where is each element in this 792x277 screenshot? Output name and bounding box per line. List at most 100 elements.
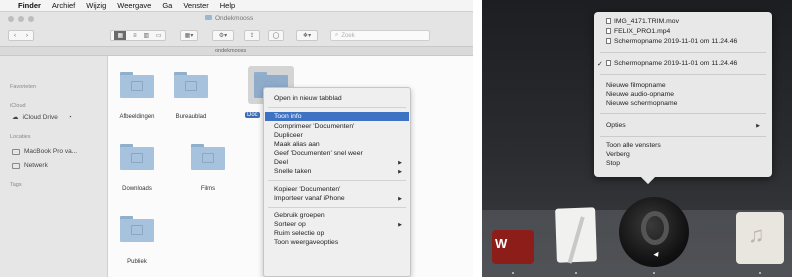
group-button[interactable]: ▦▾ <box>180 30 198 41</box>
menu-separator <box>268 107 406 108</box>
open-window-item[interactable]: ✓ Schermopname 2019-11-01 om 11.24.46 <box>597 60 738 68</box>
open-window-label: Schermopname 2019-11-01 om 11.24.46 <box>614 60 738 67</box>
selected-folder-label[interactable]: Doc <box>245 112 260 118</box>
menu-item-share[interactable]: Deel <box>274 159 288 166</box>
menu-item-new-screen[interactable]: Nieuwe schermopname <box>606 100 677 107</box>
menu-item-copy[interactable]: Kopieer 'Documenten' <box>274 186 340 193</box>
textedit-app-icon[interactable] <box>555 207 597 264</box>
tag-button[interactable]: ◯ <box>268 30 284 41</box>
folder-icon[interactable] <box>120 144 154 170</box>
sidebar-item-network[interactable]: Netwerk <box>12 162 48 169</box>
context-menu: Open in nieuw tabblad Toon info Comprime… <box>263 87 411 277</box>
search-field[interactable]: ⌕ Zoek <box>330 30 430 41</box>
window-controls <box>8 16 34 22</box>
menu-wijzig[interactable]: Wijzig <box>86 1 106 10</box>
q-logo-icon <box>641 211 669 245</box>
recent-file-3[interactable]: Schermopname 2019-11-01 om 11.24.46 <box>606 38 737 45</box>
close-button[interactable] <box>8 16 14 22</box>
menu-item-quit[interactable]: Stop <box>606 160 620 167</box>
menu-separator <box>600 113 766 114</box>
submenu-arrow-icon: ▶ <box>756 123 760 129</box>
action-button[interactable]: ⚙▾ <box>212 30 234 41</box>
menu-item-get-info[interactable]: Toon info <box>265 112 409 121</box>
menu-separator <box>600 136 766 137</box>
menu-separator <box>268 207 406 208</box>
submenu-arrow-icon: ▶ <box>398 222 402 228</box>
menu-item-view-options[interactable]: Toon weergaveopties <box>274 239 338 246</box>
running-indicator <box>759 272 761 274</box>
menu-item-use-groups[interactable]: Gebruik groepen <box>274 212 325 219</box>
checkmark-icon: ✓ <box>597 61 603 68</box>
zoom-button[interactable] <box>28 16 34 22</box>
menu-item-new-movie[interactable]: Nieuwe filmopname <box>606 82 666 89</box>
tag-icon: ◯ <box>272 33 280 39</box>
window-title: Ondekmooss <box>205 15 253 22</box>
folder-label: Films <box>200 186 216 192</box>
sidebar-item-macbook[interactable]: MacBook Pro va... <box>12 148 77 155</box>
list-view-icon[interactable]: ≡ <box>133 33 137 39</box>
music-app-icon[interactable]: ♫ <box>736 212 784 264</box>
share-icon: ⇪ <box>249 33 255 39</box>
menu-item-duplicate[interactable]: Dupliceer <box>274 132 303 139</box>
submenu-arrow-icon: ▶ <box>398 160 402 166</box>
sidebar-header-locations: Locaties <box>10 134 31 140</box>
menu-item-quick-look[interactable]: Geef 'Documenten' snel weer <box>274 150 363 157</box>
title-bar: Ondekmooss <box>0 12 473 26</box>
menu-item-sort-by[interactable]: Sorteer op <box>274 221 306 228</box>
view-mode-control[interactable]: ▦ ≡ ▥ ▭ <box>110 30 166 41</box>
menu-bar: Finder Archief Wijzig Weergave Ga Venste… <box>0 0 473 12</box>
column-view-icon[interactable]: ▥ <box>143 32 149 39</box>
menu-weergave[interactable]: Weergave <box>117 1 151 10</box>
search-icon: ⌕ <box>335 32 339 38</box>
path-bar: ondekmooss <box>0 46 473 56</box>
quicktime-dock-menu: IMG_4171.TRIM.mov FELIX_PRO1.mp4 Schermo… <box>594 12 772 177</box>
gear-icon: ⚙▾ <box>218 33 228 39</box>
minimize-button[interactable] <box>18 16 24 22</box>
folder-icon[interactable] <box>174 72 208 98</box>
menu-ga[interactable]: Ga <box>162 1 172 10</box>
document-icon <box>606 38 611 44</box>
icon-view-icon[interactable]: ▦ <box>114 31 127 40</box>
menu-venster[interactable]: Venster <box>183 1 208 10</box>
pencil-icon <box>567 216 585 264</box>
menu-item-import-iphone[interactable]: Importeer vanaf iPhone <box>274 195 345 202</box>
sidebar: Favorieten iCloud ☁ iCloud Drive ◔ Locat… <box>0 56 108 277</box>
menu-help[interactable]: Help <box>220 1 235 10</box>
window-title-text: Ondekmooss <box>215 15 254 22</box>
recent-file-label: FELIX_PRO1.mp4 <box>614 28 671 35</box>
word-app-icon[interactable]: W <box>492 230 534 264</box>
sidebar-item-label: MacBook Pro va... <box>24 148 78 155</box>
folder-icon <box>205 15 212 20</box>
share-button[interactable]: ⇪ <box>244 30 260 41</box>
menu-item-clean-up[interactable]: Ruim selectie op <box>274 230 324 237</box>
folder-icon[interactable] <box>191 144 225 170</box>
menu-item-options[interactable]: Opties <box>606 122 626 129</box>
forward-icon[interactable]: › <box>26 33 28 39</box>
menu-item-open-new-tab[interactable]: Open in nieuw tabblad <box>274 95 342 102</box>
menu-item-make-alias[interactable]: Maak alias aan <box>274 141 320 148</box>
recent-file-1[interactable]: IMG_4171.TRIM.mov <box>606 18 679 25</box>
sidebar-header-icloud: iCloud <box>10 103 26 109</box>
back-icon[interactable]: ‹ <box>14 33 16 39</box>
submenu-arrow-icon: ▶ <box>398 196 402 202</box>
menu-item-new-audio[interactable]: Nieuwe audio-opname <box>606 91 674 98</box>
recent-file-label: Schermopname 2019-11-01 om 11.24.46 <box>614 38 738 45</box>
sidebar-item-label: iCloud Drive <box>22 113 58 121</box>
menu-item-compress[interactable]: Comprimeer 'Documenten' <box>274 123 354 130</box>
folder-icon[interactable] <box>120 72 154 98</box>
dropbox-button[interactable]: ❖▾ <box>296 30 318 41</box>
menu-archief[interactable]: Archief <box>52 1 75 10</box>
document-icon <box>606 28 611 34</box>
menu-item-show-all[interactable]: Toon alle vensters <box>606 142 661 149</box>
recent-file-2[interactable]: FELIX_PRO1.mp4 <box>606 28 670 35</box>
path-label: ondekmooss <box>215 48 247 54</box>
back-forward-buttons[interactable]: ‹ › <box>8 30 34 41</box>
grid-icon: ▦▾ <box>184 33 194 39</box>
folder-icon[interactable] <box>120 216 154 242</box>
menu-item-quick-actions[interactable]: Snelle taken <box>274 168 311 175</box>
folder-label: Bureaublad <box>175 114 207 120</box>
sidebar-item-icloud-drive[interactable]: ☁ iCloud Drive ◔ <box>12 113 72 122</box>
menu-item-hide[interactable]: Verberg <box>606 151 630 158</box>
gallery-view-icon[interactable]: ▭ <box>156 32 162 39</box>
menu-finder[interactable]: Finder <box>18 1 41 10</box>
